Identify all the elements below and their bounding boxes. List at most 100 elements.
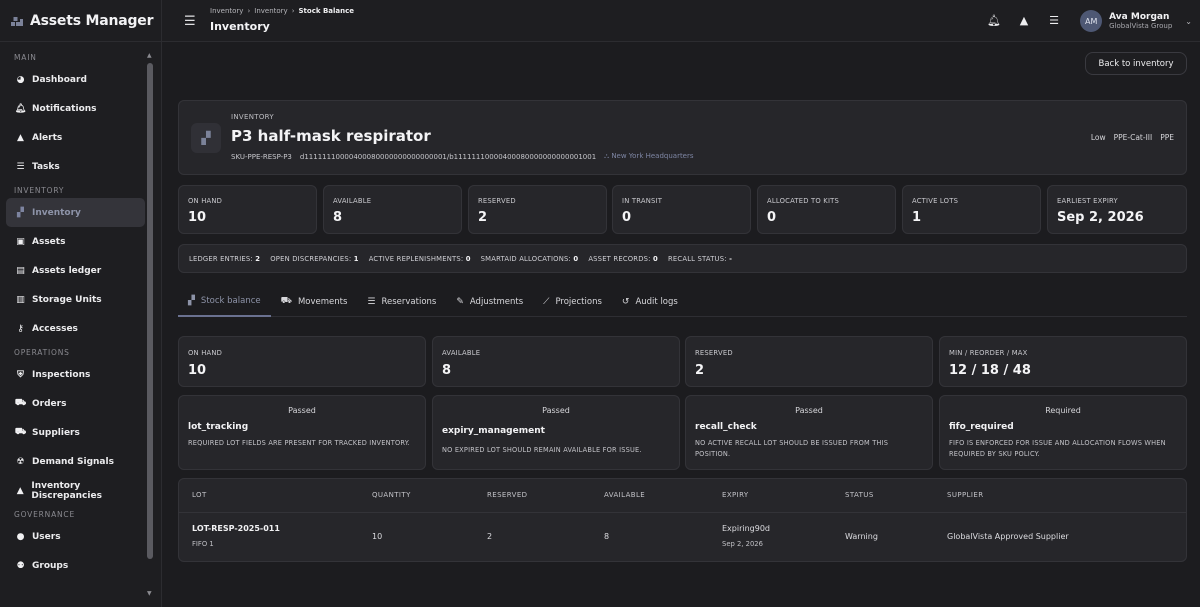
sidebar-item-label: Dashboard [32, 74, 87, 85]
page-title: Inventory [210, 20, 270, 33]
brand[interactable]: Assets Manager [0, 0, 161, 42]
scroll-down-icon[interactable]: ▼ [147, 590, 152, 597]
kpi-value: 2 [695, 363, 705, 378]
sidebar-item-demand-signals[interactable]: ☢ Demand Signals [0, 447, 145, 476]
scroll-thumb[interactable] [147, 63, 153, 559]
stat-smartaid-allocations: SMARTAID ALLOCATIONS: 0 [480, 254, 579, 263]
tag: PPE [1160, 133, 1174, 142]
sidebar-item-inventory[interactable]: ▞ Inventory [6, 198, 145, 227]
section-main: MAIN [14, 53, 37, 62]
sidebar-item-notifications[interactable]: 🔔︎ Notifications [0, 94, 145, 123]
assets-icon: ▣ [16, 236, 25, 247]
user-menu[interactable]: AM Ava Morgan GlobalVista Group ⌄ [1080, 10, 1192, 32]
sidebar-item-alerts[interactable]: ▲ Alerts [0, 123, 145, 152]
sidebar-item-label: Inventory [32, 207, 81, 218]
breadcrumb-current: Stock Balance [298, 7, 355, 15]
column-header[interactable]: AVAILABLE [604, 491, 645, 499]
sidebar-item-label: Inventory Discrepancies [31, 480, 102, 501]
sidebar-item-label: Notifications [32, 103, 97, 114]
sidebar-item-groups[interactable]: ⚉ Groups [0, 551, 145, 580]
lot-expiry-date: Sep 2, 2026 [722, 540, 763, 548]
kpi-value: 8 [442, 363, 452, 378]
tab-label: Stock balance [200, 296, 261, 306]
sidebar-scrollbar[interactable]: ▲ ▼ [147, 52, 153, 600]
back-to-inventory-button[interactable]: Back to inventory [1085, 52, 1187, 75]
kpi-value: 8 [333, 210, 343, 225]
section-operations: OPERATIONS [14, 348, 70, 357]
lot-fifo: FIFO 1 [192, 540, 214, 548]
sidebar-item-dashboard[interactable]: ◕ Dashboard [0, 65, 145, 94]
alert-icon[interactable]: ▲ [1016, 14, 1032, 27]
sidebar-item-label: Users [32, 531, 61, 542]
rule-name: expiry_management [442, 426, 545, 436]
kpi-in-transit: IN TRANSIT 0 [612, 185, 751, 234]
scroll-up-icon[interactable]: ▲ [147, 52, 152, 59]
tab-audit-logs[interactable]: ↺ Audit logs [612, 287, 688, 316]
sidebar-item-label: Demand Signals [32, 456, 114, 467]
item-identifiers: SKU-PPE-RESP-P3 d11111110000400080000000… [231, 152, 694, 161]
sidebar-item-storage-units[interactable]: ▥ Storage Units [0, 285, 145, 314]
tab-adjustments[interactable]: ✎ Adjustments [446, 287, 533, 316]
item-sku: SKU-PPE-RESP-P3 [231, 152, 292, 161]
column-header[interactable]: LOT [192, 491, 207, 499]
sidebar-item-assets[interactable]: ▣ Assets [0, 227, 145, 256]
column-header[interactable]: SUPPLIER [947, 491, 983, 499]
app-title: Assets Manager [30, 12, 154, 29]
lot-available: 8 [604, 532, 610, 541]
kpi-value: 0 [622, 210, 632, 225]
lot-status: Warning [845, 532, 878, 541]
sidebar-item-accesses[interactable]: ⚷ Accesses [0, 314, 145, 343]
kpi-earliest-expiry: EARLIEST EXPIRY Sep 2, 2026 [1047, 185, 1187, 234]
tab-label: Projections [555, 296, 602, 307]
bell-icon[interactable]: 🔔︎ [986, 14, 1002, 27]
sidebar-item-label: Suppliers [32, 427, 80, 438]
dashboard-icon: ◕ [16, 74, 25, 85]
sidebar-item-inspections[interactable]: ⛨ Inspections [0, 360, 145, 389]
location-icon: ⛬ [604, 152, 610, 160]
alert-icon: ▲ [17, 132, 24, 143]
column-header[interactable]: QUANTITY [372, 491, 411, 499]
lot-expiry-state: Expiring90d [722, 524, 771, 533]
summary-stats: LEDGER ENTRIES: 2 OPEN DISCREPANCIES: 1 … [178, 244, 1187, 273]
rule-fifo-required: Required fifo_required FIFO IS ENFORCED FO… [939, 395, 1187, 470]
kpi-value: 2 [478, 210, 488, 225]
breadcrumb-item[interactable]: Inventory [210, 7, 243, 15]
item-section-label: INVENTORY [231, 113, 274, 121]
truck-icon: ⛟ [14, 398, 27, 408]
kpi-value: 10 [188, 363, 207, 378]
sidebar-item-label: Storage Units [32, 294, 102, 305]
column-header[interactable]: STATUS [845, 491, 874, 499]
stock-icon: ▞ [188, 296, 195, 306]
balance-on-hand: ON HAND 10 [178, 336, 426, 387]
tasks-icon[interactable]: ☰ [1046, 14, 1062, 27]
group-icon: ⚉ [16, 560, 25, 571]
tab-reservations[interactable]: ☰ Reservations [357, 287, 446, 316]
tab-movements[interactable]: ⛟ Movements [271, 287, 358, 316]
sidebar-item-suppliers[interactable]: ⛟ Suppliers [0, 418, 145, 447]
sidebar-item-inventory-discrepancies[interactable]: ▲ Inventory Discrepancies [0, 476, 145, 505]
sidebar-item-label: Assets [32, 236, 66, 247]
sidebar-nav: MAIN ◕ Dashboard 🔔︎ Notifications ▲ Alerts … [0, 48, 161, 607]
chevron-down-icon: ⌄ [1185, 16, 1192, 26]
inventory-icon: ▞ [191, 123, 221, 153]
kpi-label: MIN / REORDER / MAX [949, 349, 1028, 357]
tab-stock-balance[interactable]: ▞ Stock balance [178, 287, 271, 317]
column-header[interactable]: EXPIRY [722, 491, 749, 499]
topbar: ☰ Inventory › Inventory › Stock Balance … [162, 0, 1200, 42]
logo-icon [11, 16, 23, 26]
tab-projections[interactable]: ⟋ Projections [533, 287, 612, 316]
sidebar-item-tasks[interactable]: ☰ Tasks [0, 152, 145, 181]
balance-reserved: RESERVED 2 [685, 336, 933, 387]
menu-icon[interactable]: ☰ [184, 14, 196, 29]
item-location[interactable]: ⛬ New York Headquarters [604, 152, 693, 161]
sidebar-item-users[interactable]: ● Users [0, 522, 145, 551]
sidebar-item-assets-ledger[interactable]: ▤ Assets ledger [0, 256, 145, 285]
column-header[interactable]: RESERVED [487, 491, 527, 499]
sidebar-item-orders[interactable]: ⛟ Orders [0, 389, 145, 418]
lot-supplier: GlobalVista Approved Supplier [947, 532, 1069, 541]
inventory-icon: ▞ [17, 207, 24, 218]
kpi-label: ON HAND [188, 349, 223, 357]
breadcrumb-item[interactable]: Inventory [254, 7, 287, 15]
breadcrumb-separator: › [247, 7, 251, 15]
kpi-label: ALLOCATED TO KITS [767, 197, 840, 205]
